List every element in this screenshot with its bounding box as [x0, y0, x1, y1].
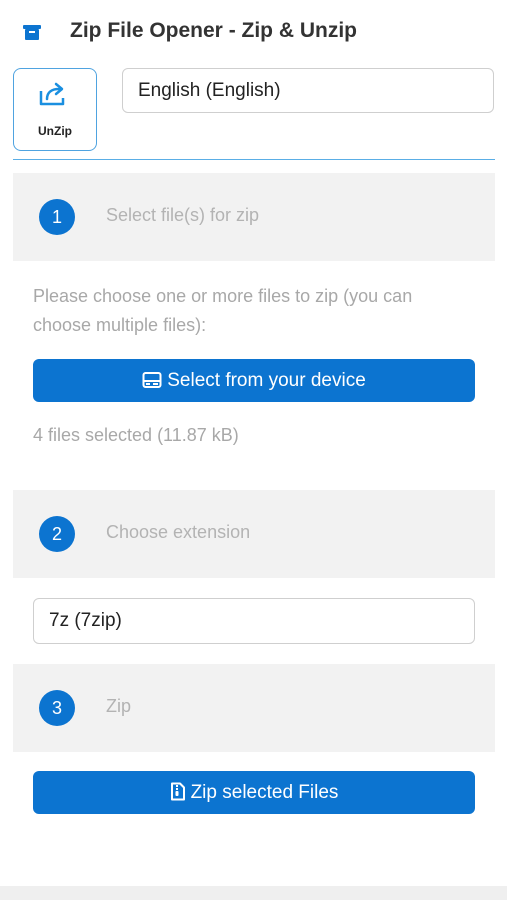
step-label: Zip	[106, 696, 132, 716]
step-label: Select file(s) for zip	[106, 205, 260, 225]
app-header: Zip File Opener - Zip & Unzip	[0, 0, 507, 62]
files-selected-status: 4 files selected (11.87 kB)	[33, 425, 239, 445]
zip-selected-files-button[interactable]: Zip selected Files	[33, 771, 475, 814]
archive-box-icon	[22, 22, 42, 42]
step-1-header: 1 Select file(s) for zip	[13, 173, 495, 261]
step-3-header: 3 Zip	[13, 664, 495, 752]
header-divider	[13, 159, 495, 160]
step-number-badge: 3	[39, 690, 75, 726]
step-number-badge: 2	[39, 516, 75, 552]
app-title: Zip File Opener - Zip & Unzip	[70, 19, 357, 42]
extension-select[interactable]: 7z (7zip)	[33, 598, 475, 644]
step-2-header: 2 Choose extension	[13, 490, 495, 578]
language-select[interactable]: English (English)	[122, 68, 494, 113]
hard-drive-icon	[142, 372, 162, 388]
select-from-device-label: Select from your device	[167, 370, 366, 391]
select-files-help-text: Please choose one or more files to zip (…	[33, 286, 413, 335]
step-label: Choose extension	[106, 522, 251, 542]
tab-unzip-label: UnZip	[38, 124, 72, 138]
select-from-device-button[interactable]: Select from your device	[33, 359, 475, 402]
zip-selected-files-label: Zip selected Files	[190, 782, 339, 803]
zip-file-icon	[170, 782, 185, 801]
tab-unzip[interactable]: UnZip	[13, 68, 97, 151]
share-export-icon	[38, 81, 68, 107]
bottom-bar	[0, 886, 507, 900]
step-number-badge: 1	[39, 199, 75, 235]
